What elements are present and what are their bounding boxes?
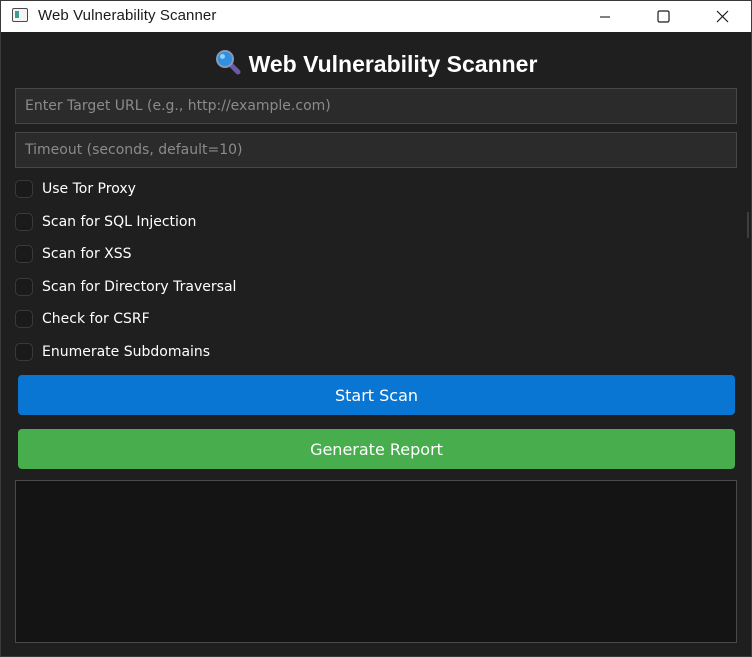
checkbox-label: Use Tor Proxy — [42, 181, 136, 197]
checkbox-label: Scan for Directory Traversal — [42, 279, 237, 295]
window-edge-scrollbar — [747, 212, 749, 238]
tor-proxy-checkbox[interactable]: Use Tor Proxy — [15, 178, 136, 200]
close-button[interactable] — [693, 1, 751, 32]
checkbox-label: Scan for XSS — [42, 246, 132, 262]
maximize-icon — [656, 10, 670, 23]
checkbox-box[interactable] — [15, 180, 33, 198]
sql-injection-checkbox[interactable]: Scan for SQL Injection — [15, 211, 196, 233]
generate-report-button[interactable]: Generate Report — [18, 429, 735, 469]
main-content: Web Vulnerability Scanner Use Tor Proxy … — [1, 32, 751, 656]
xss-checkbox[interactable]: Scan for XSS — [15, 243, 132, 265]
app-window: Web Vulnerability Scanner Web Vulnerabil… — [0, 0, 752, 657]
page-title: Web Vulnerability Scanner — [1, 49, 751, 78]
checkbox-label: Check for CSRF — [42, 311, 150, 327]
checkbox-label: Enumerate Subdomains — [42, 344, 211, 360]
minimize-icon — [600, 15, 610, 18]
target-url-input[interactable] — [15, 88, 737, 124]
csrf-checkbox[interactable]: Check for CSRF — [15, 308, 150, 330]
window-title: Web Vulnerability Scanner — [38, 7, 217, 24]
timeout-input[interactable] — [15, 132, 737, 168]
close-icon — [716, 10, 728, 23]
app-window-icon — [12, 8, 28, 22]
checkbox-label: Scan for SQL Injection — [42, 214, 197, 230]
subdomains-checkbox[interactable]: Enumerate Subdomains — [15, 341, 210, 363]
checkbox-box[interactable] — [15, 245, 33, 263]
start-scan-button[interactable]: Start Scan — [18, 375, 735, 415]
checkbox-box[interactable] — [15, 310, 33, 328]
page-title-text: Web Vulnerability Scanner — [248, 51, 538, 77]
checkbox-box[interactable] — [15, 213, 33, 231]
magnifying-glass-icon — [215, 50, 241, 75]
minimize-button[interactable] — [576, 1, 634, 32]
directory-traversal-checkbox[interactable]: Scan for Directory Traversal — [15, 276, 236, 298]
maximize-button[interactable] — [634, 1, 692, 32]
title-bar[interactable]: Web Vulnerability Scanner — [1, 1, 751, 32]
scan-output-area[interactable] — [15, 480, 737, 643]
checkbox-box[interactable] — [15, 278, 33, 296]
checkbox-box[interactable] — [15, 343, 33, 361]
